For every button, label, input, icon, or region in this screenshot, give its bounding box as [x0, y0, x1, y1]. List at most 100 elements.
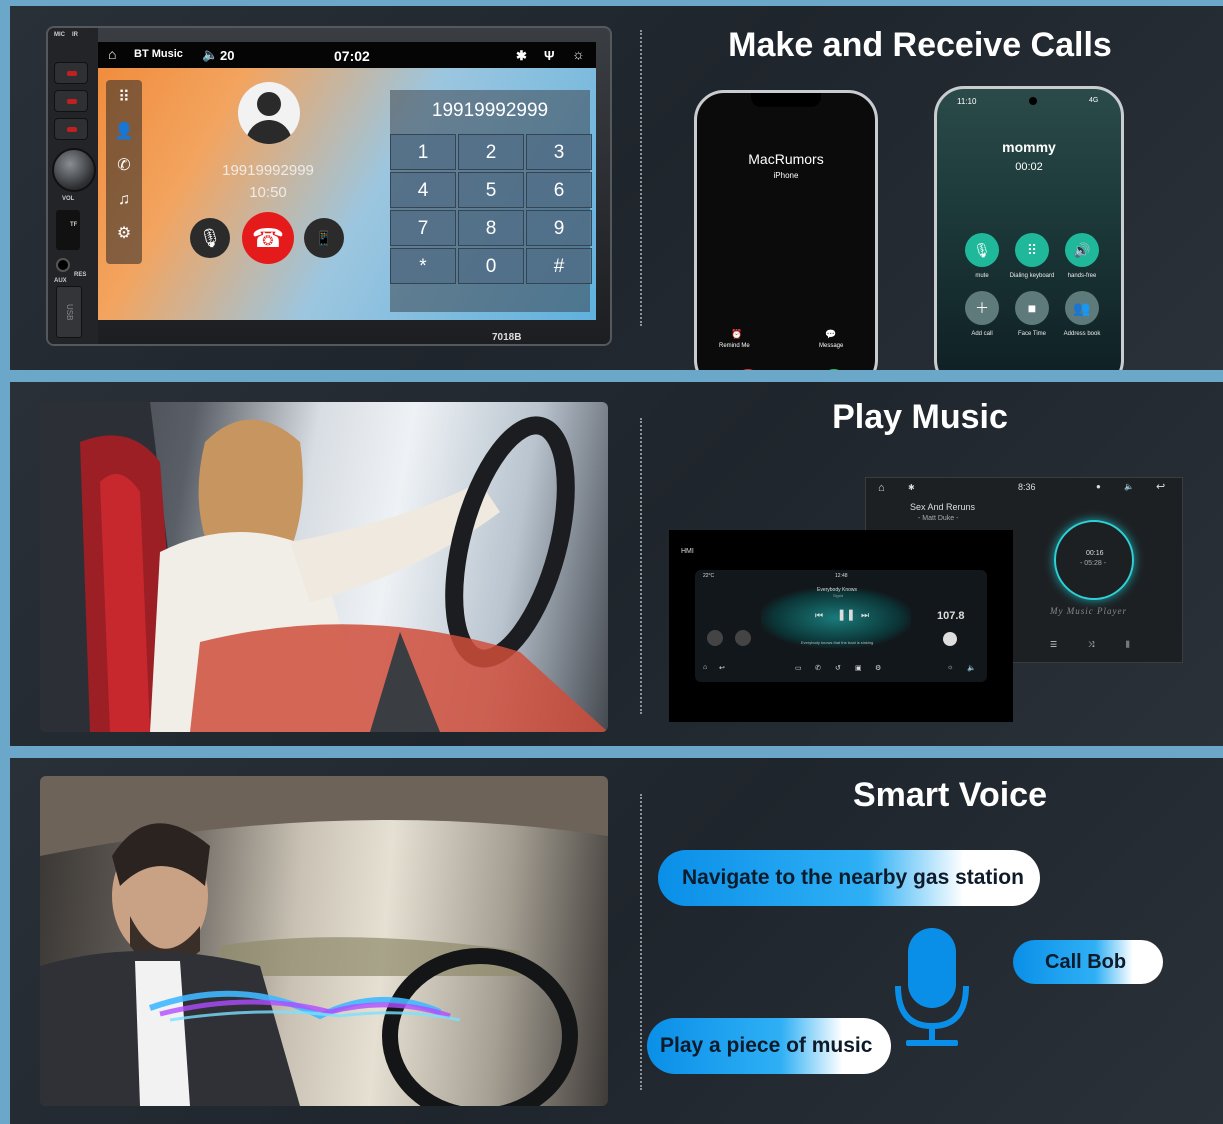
key-0[interactable]: 0	[458, 248, 524, 284]
woman-driving-illustration	[40, 402, 608, 732]
settings-icon[interactable]: ⚙	[114, 224, 134, 244]
home-icon[interactable]: ⌂	[878, 482, 885, 494]
apps-icon[interactable]: ⠿	[114, 88, 134, 108]
mic-label: MIC	[54, 32, 65, 38]
dial-number: 19919992999	[431, 100, 549, 121]
music-icon[interactable]: ♫	[114, 190, 134, 210]
back-icon[interactable]: ↩	[1156, 480, 1165, 493]
volume-icon[interactable]: 🔈	[967, 664, 976, 672]
video-icon[interactable]: ▭	[795, 664, 802, 672]
head-unit-screen: ⌂ BT Music 🔈 20 07:02 ✱ Ψ ☼ ⠿ 👤 ✆ ♫ ⚙ 19…	[98, 42, 596, 320]
video-icon[interactable]: ■	[1015, 291, 1049, 325]
bluetooth-icon: ✱	[908, 483, 915, 492]
radio-play-button[interactable]	[943, 632, 957, 646]
pause-icon[interactable]: ❚❚	[837, 608, 855, 621]
key-9[interactable]: 9	[526, 210, 592, 246]
hmi-clock: 12:48	[835, 573, 848, 579]
key-star[interactable]: *	[390, 248, 456, 284]
voice-command-music[interactable]: Play a piece of music	[647, 1018, 891, 1074]
hmi-inner-display: 22°C 12:48 Everybody Knows Sigrid ⏮ ❚❚ ⏭…	[695, 570, 987, 682]
back-icon[interactable]: ↩	[719, 664, 725, 672]
voice-command-navigate[interactable]: Navigate to the nearby gas station	[658, 850, 1040, 906]
key-8[interactable]: 8	[458, 210, 524, 246]
clock: 07:02	[334, 48, 370, 64]
mic-off-icon[interactable]: 🎙	[965, 233, 999, 267]
brightness-icon[interactable]: ☼	[572, 46, 585, 62]
handsfree-label: hands-free	[1067, 273, 1097, 279]
remind-me-label: Remind Me	[719, 343, 750, 349]
accept-button[interactable]	[821, 369, 847, 370]
speaker-icon[interactable]: 🔊	[1065, 233, 1099, 267]
woman-driving-photo	[40, 402, 608, 732]
fm-frequency: 107.8	[937, 610, 965, 622]
key-3[interactable]: 3	[526, 134, 592, 170]
key-4[interactable]: 4	[390, 172, 456, 208]
return-icon[interactable]: ↺	[835, 664, 841, 672]
phone-icon[interactable]: ✆	[114, 156, 134, 176]
incoming-call-phone: MacRumors iPhone ⏰ Remind Me 💬 Message	[694, 90, 878, 370]
aux-jack[interactable]	[56, 258, 70, 272]
song-artist: - Matt Duke -	[918, 515, 959, 522]
antenna-icon: Ψ	[544, 48, 555, 63]
incoming-caller-sub: iPhone	[773, 171, 799, 180]
vol-label: VOL	[62, 196, 75, 202]
home-icon[interactable]: ⌂	[108, 46, 116, 62]
head-unit-controls: MIC IR VOL TF RES AUX USB	[48, 28, 98, 344]
decline-button[interactable]	[735, 369, 761, 370]
voice-panel: Smart Voice Navigate to the nearby gas s…	[10, 758, 1223, 1124]
back-button[interactable]	[54, 118, 88, 140]
settings-icon[interactable]: ⚙	[875, 664, 881, 672]
transfer-to-phone-icon[interactable]: 📱	[304, 218, 344, 258]
key-5[interactable]: 5	[458, 172, 524, 208]
head-unit: MIC IR VOL TF RES AUX USB ⌂ BT Music 🔈 2…	[46, 26, 612, 346]
map-poi-button[interactable]	[735, 630, 751, 646]
total-time: - 05:28 -	[1080, 560, 1107, 567]
volume-knob[interactable]	[52, 148, 96, 192]
end-call-button[interactable]: ☎	[242, 212, 294, 264]
message-icon: 💬	[825, 329, 837, 339]
key-6[interactable]: 6	[526, 172, 592, 208]
power-button[interactable]	[54, 62, 88, 84]
call-timer: 00:02	[1015, 161, 1043, 173]
key-2[interactable]: 2	[458, 134, 524, 170]
phone-icon[interactable]: ✆	[815, 664, 821, 672]
hmi-lyric: Everybody knows that the boat is sinking	[801, 640, 874, 645]
keypad-icon[interactable]: ⠿	[1015, 233, 1049, 267]
playlist-icon[interactable]: ☰	[1050, 640, 1057, 649]
voice-title: Smart Voice	[852, 776, 1047, 814]
prev-icon[interactable]: ⏮	[815, 610, 823, 621]
music-panel: Play Music ⌂ ✱ 8:36 ● 🔈 ↩ Sex And Reruns…	[10, 382, 1223, 746]
home-button[interactable]	[54, 90, 88, 112]
next-icon[interactable]: ⏭	[861, 610, 869, 621]
tf-slot[interactable]	[56, 210, 80, 250]
home-icon[interactable]: ⌂	[703, 664, 707, 671]
man-driving-photo	[40, 776, 608, 1106]
contacts-icon[interactable]: 👤	[114, 122, 134, 142]
address-book-label: Address book	[1063, 331, 1101, 337]
usb-port[interactable]: USB	[56, 286, 82, 338]
voice-command-call[interactable]: Call Bob	[1013, 940, 1163, 984]
mic-icon[interactable]: 🎙	[190, 218, 230, 258]
square-icon[interactable]: ▣	[855, 664, 862, 672]
volume-icon[interactable]: 🔈	[1124, 482, 1134, 491]
contacts-icon[interactable]: 👥	[1065, 291, 1099, 325]
key-1[interactable]: 1	[390, 134, 456, 170]
plus-icon[interactable]: ＋	[965, 291, 999, 325]
player-name: My Music Player	[1050, 606, 1127, 616]
section-divider	[640, 418, 642, 714]
key-hash[interactable]: #	[526, 248, 592, 284]
hmi-screen: HMI 22°C 12:48 Everybody Knows Sigrid ⏮ …	[669, 530, 1013, 722]
phone-status-time: 11:10	[957, 97, 977, 106]
section-divider	[640, 794, 642, 1090]
microphone-icon[interactable]	[894, 926, 970, 1048]
shuffle-icon[interactable]: ⤨	[1088, 640, 1094, 650]
res-label: RES	[74, 272, 87, 278]
brightness-icon[interactable]: ☼	[947, 664, 953, 671]
tf-label: TF	[70, 222, 78, 228]
map-home-button[interactable]	[707, 630, 723, 646]
network-label: 4G	[1089, 97, 1099, 104]
equalizer-icon[interactable]: ⫼	[1126, 640, 1130, 650]
source-label: BT Music	[134, 48, 183, 60]
key-7[interactable]: 7	[390, 210, 456, 246]
elapsed-time: 00:16	[1086, 550, 1104, 557]
